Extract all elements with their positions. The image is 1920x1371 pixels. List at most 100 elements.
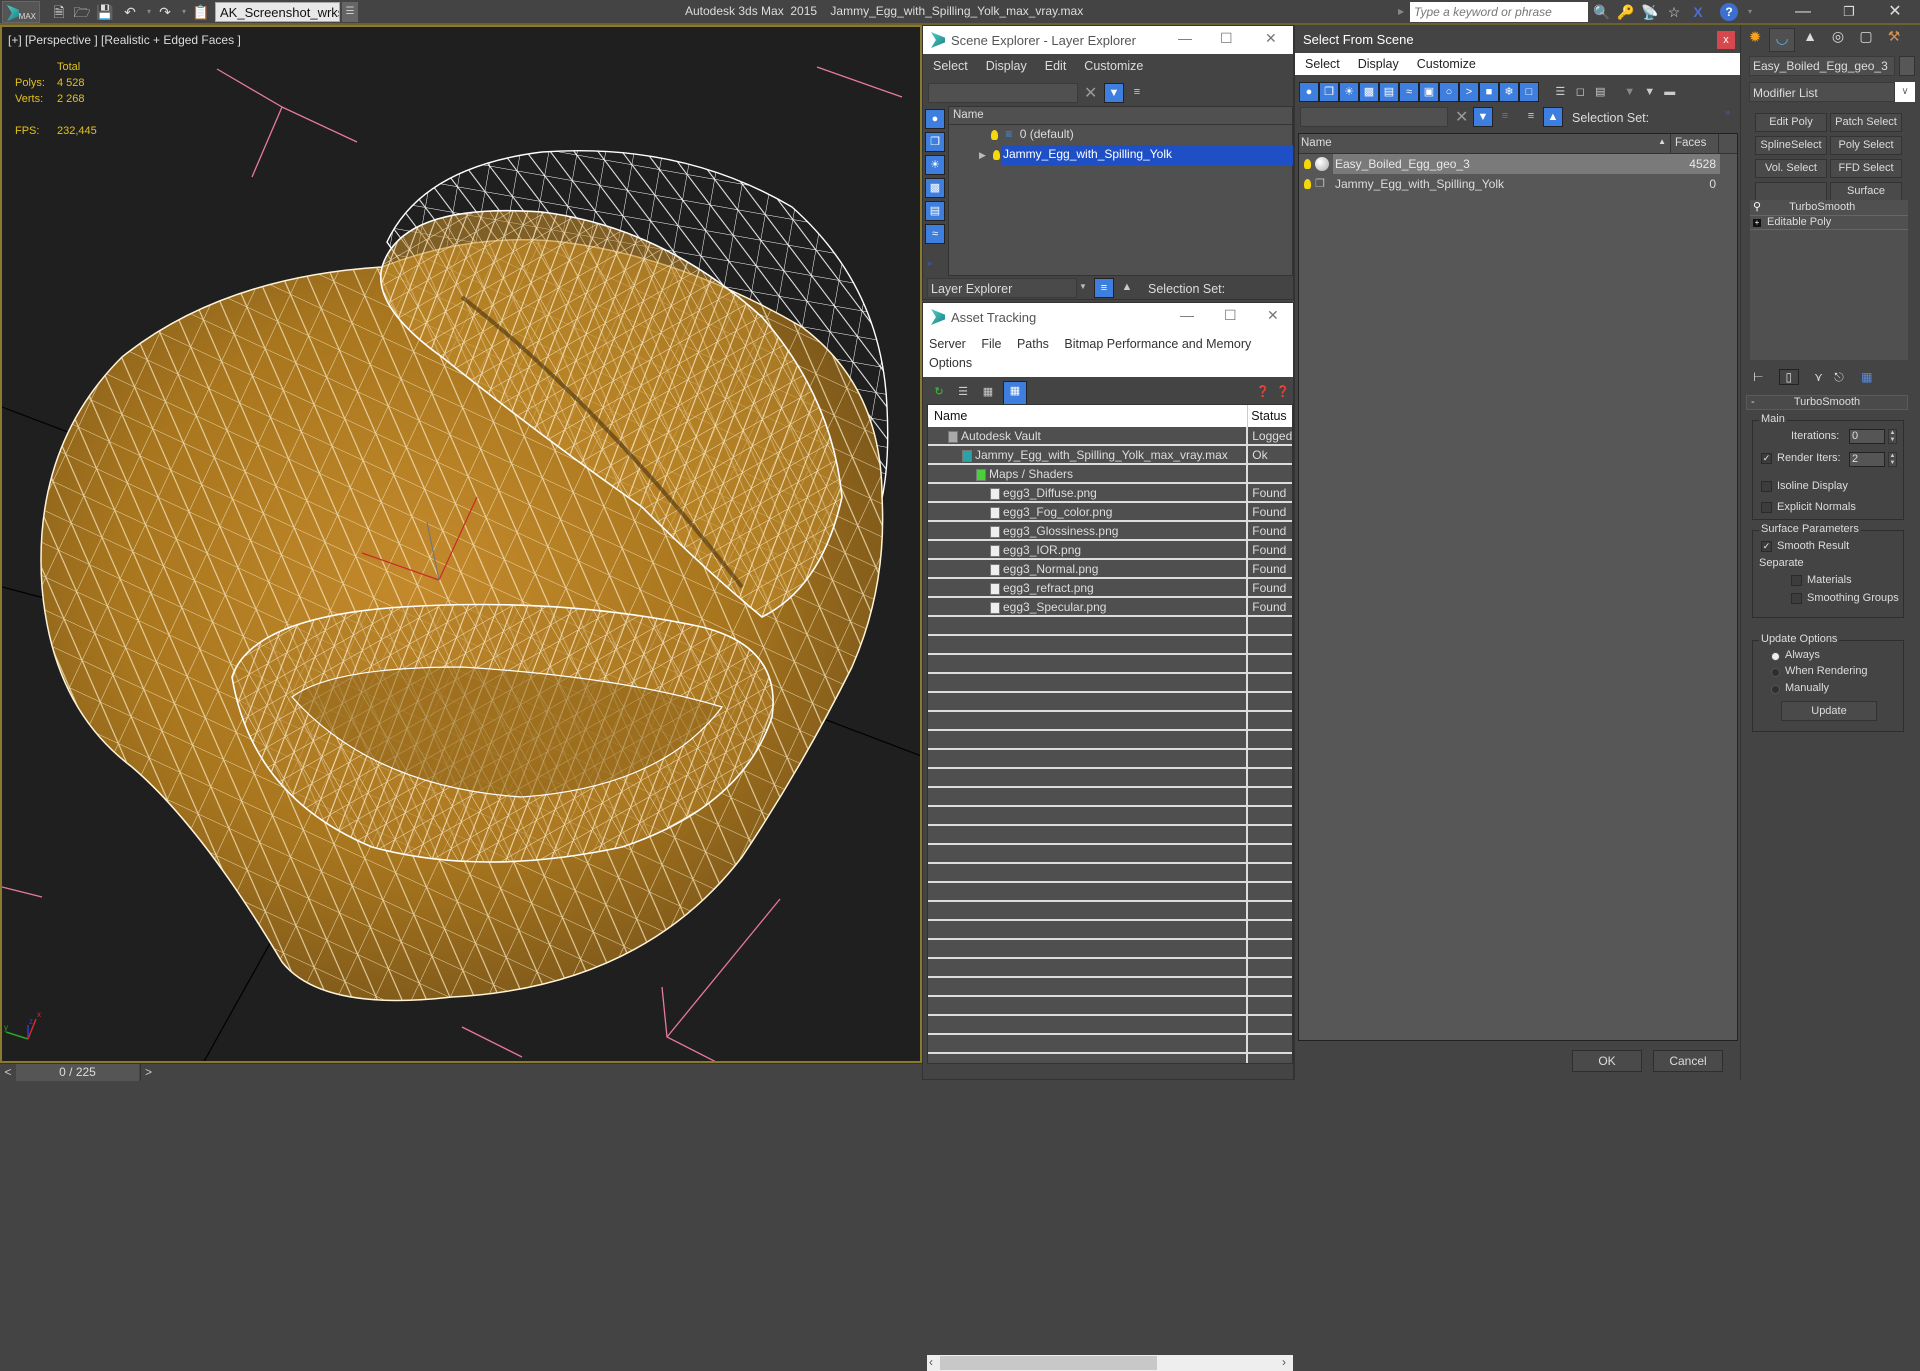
explorer-mode-dropdown[interactable]: Layer Explorer bbox=[927, 278, 1077, 298]
filter-helpers-icon[interactable]: ▤ bbox=[925, 201, 945, 221]
asset-row[interactable]: egg3_Fog_color.png Found bbox=[928, 503, 1292, 522]
visibility-bulb-icon[interactable] bbox=[991, 129, 998, 140]
table-view-icon[interactable]: ▦ bbox=[1003, 381, 1027, 405]
workspace-menu-icon[interactable]: ☰ bbox=[342, 2, 358, 22]
menu-display[interactable]: Display bbox=[1358, 57, 1399, 71]
sort-by-layer-icon[interactable]: ≡ bbox=[1094, 278, 1114, 298]
smoothing-groups-checkbox[interactable] bbox=[1791, 593, 1802, 604]
modifier-list-dropdown[interactable]: Modifier List bbox=[1749, 82, 1895, 102]
clear-search-icon[interactable]: ✕ bbox=[1455, 107, 1468, 127]
filter-geometry-icon[interactable]: ● bbox=[925, 109, 945, 129]
object-row[interactable]: ❐ Jammy_Egg_with_Spilling_Yolk 0 bbox=[1299, 174, 1737, 194]
menu-server[interactable]: Server bbox=[929, 337, 966, 351]
scroll-left-icon[interactable]: ‹ bbox=[929, 1355, 933, 1369]
menu-customize[interactable]: Customize bbox=[1084, 59, 1143, 73]
sort-by-layer-icon[interactable]: ≡ bbox=[1521, 107, 1541, 127]
menu-edit[interactable]: Edit bbox=[1045, 59, 1067, 73]
maximize-icon[interactable]: ☐ bbox=[1224, 307, 1237, 324]
object-color-swatch[interactable] bbox=[1899, 56, 1915, 76]
star-icon[interactable]: ☆ bbox=[1664, 3, 1684, 21]
layer-row[interactable]: ≡ 0 (default) bbox=[949, 125, 1292, 145]
column-header-name[interactable]: Name ▲ bbox=[1299, 134, 1671, 153]
asset-row[interactable]: Maps / Shaders bbox=[928, 465, 1292, 484]
clear-search-icon[interactable]: ✕ bbox=[1084, 83, 1097, 103]
tab-create-icon[interactable]: ✹ bbox=[1743, 28, 1767, 52]
select-invert-icon[interactable]: ▤ bbox=[1590, 83, 1610, 103]
filter-groups-icon[interactable]: ▣ bbox=[1419, 82, 1439, 102]
minimize-icon[interactable]: — bbox=[1780, 0, 1826, 24]
list-view-icon[interactable]: ☰ bbox=[953, 383, 973, 403]
search-expand-icon[interactable]: ▶ bbox=[1398, 3, 1408, 21]
close-button[interactable]: x bbox=[1717, 31, 1735, 49]
filter-lights-icon[interactable]: ☀ bbox=[1339, 82, 1359, 102]
asset-row[interactable]: egg3_Normal.png Found bbox=[928, 560, 1292, 579]
app-menu-button[interactable]: MAX bbox=[2, 1, 40, 23]
menu-customize[interactable]: Customize bbox=[1417, 57, 1476, 71]
column-header-faces[interactable]: Faces bbox=[1671, 134, 1719, 153]
filter-cameras-icon[interactable]: ▩ bbox=[1359, 82, 1379, 102]
visibility-bulb-icon[interactable] bbox=[1304, 159, 1311, 169]
select-none-icon[interactable]: ◻ bbox=[1570, 83, 1590, 103]
new-file-icon[interactable]: 🗎 bbox=[50, 3, 68, 21]
find-input[interactable] bbox=[1300, 107, 1448, 127]
modifier-list-arrow-icon[interactable]: ∨ bbox=[1895, 82, 1915, 102]
object-name-field[interactable]: Easy_Boiled_Egg_geo_3 bbox=[1749, 56, 1895, 76]
perspective-viewport[interactable]: y z x [+] [Perspective ] [Realistic + Ed… bbox=[0, 25, 922, 1063]
close-icon[interactable]: ✕ bbox=[1265, 30, 1277, 47]
when-rendering-radio[interactable] bbox=[1771, 668, 1780, 677]
filter-helpers-icon[interactable]: ▤ bbox=[1379, 82, 1399, 102]
asset-row[interactable]: egg3_Glossiness.png Found bbox=[928, 522, 1292, 541]
tab-motion-icon[interactable]: ◎ bbox=[1825, 28, 1851, 52]
menu-bitmap-performance[interactable]: Bitmap Performance and Memory bbox=[1064, 337, 1251, 351]
filter-containers-icon[interactable]: ■ bbox=[1479, 82, 1499, 102]
make-unique-icon[interactable]: ⋎ bbox=[1814, 370, 1823, 384]
modifier-button-edit-poly[interactable]: Edit Poly bbox=[1755, 113, 1827, 132]
close-icon[interactable]: ✕ bbox=[1267, 307, 1279, 324]
stack-item-turbosmooth[interactable]: ⚲ TurboSmooth bbox=[1750, 200, 1908, 215]
open-file-icon[interactable]: 🗁 bbox=[73, 3, 91, 21]
modifier-button-poly-select[interactable]: Poly Select bbox=[1830, 136, 1902, 155]
modifier-on-bulb-icon[interactable]: ⚲ bbox=[1753, 201, 1761, 213]
project-folder-icon[interactable]: 📋 bbox=[192, 3, 210, 21]
filter-bones-icon[interactable]: > bbox=[1459, 82, 1479, 102]
undo-icon[interactable]: ↶ bbox=[121, 3, 139, 21]
render-iters-spinner-arrows[interactable]: ▲ ▼ bbox=[1888, 452, 1897, 467]
stack-item-editable-poly[interactable]: + Editable Poly bbox=[1750, 215, 1908, 230]
rollout-header[interactable]: - TurboSmooth bbox=[1746, 395, 1908, 410]
modifier-button-patch-select[interactable]: Patch Select bbox=[1830, 113, 1902, 132]
help-dropdown-icon[interactable]: ▾ bbox=[1740, 3, 1760, 21]
minimize-icon[interactable]: — bbox=[1180, 307, 1194, 323]
filter-icon[interactable]: ▼ bbox=[1620, 83, 1640, 103]
remove-modifier-icon[interactable]: ⎋ bbox=[1834, 370, 1844, 384]
filter-spacewarps-icon[interactable]: ≈ bbox=[1399, 82, 1419, 102]
minimize-icon[interactable]: — bbox=[1178, 30, 1192, 46]
modifier-button-splineselect[interactable]: SplineSelect bbox=[1755, 136, 1827, 155]
filter-frozen-icon[interactable]: ❄ bbox=[1499, 82, 1519, 102]
column-header-status[interactable]: Status bbox=[1248, 405, 1292, 427]
expand-arrow-icon[interactable]: ▶ bbox=[979, 150, 986, 160]
scroll-right-icon[interactable]: › bbox=[1282, 1355, 1286, 1369]
menu-paths[interactable]: Paths bbox=[1017, 337, 1049, 351]
tab-hierarchy-icon[interactable]: ▲ bbox=[1797, 28, 1823, 52]
ok-button[interactable]: OK bbox=[1572, 1050, 1642, 1072]
filter-lights-icon[interactable]: ☀ bbox=[925, 155, 945, 175]
layer-highlight-icon[interactable]: ≡ bbox=[1127, 83, 1147, 103]
filter-shapes-icon[interactable]: ❐ bbox=[925, 132, 945, 152]
hierarchy-icon[interactable]: ▲ bbox=[1117, 278, 1137, 298]
menu-file[interactable]: File bbox=[981, 337, 1001, 351]
isoline-display-checkbox[interactable] bbox=[1761, 481, 1772, 492]
expand-plus-icon[interactable]: + bbox=[1753, 219, 1761, 227]
asset-row[interactable]: egg3_refract.png Found bbox=[928, 579, 1292, 598]
render-iters-checkbox[interactable]: ✓ bbox=[1761, 453, 1772, 464]
redo-icon[interactable]: ↷ bbox=[156, 3, 174, 21]
expand-toolbar-icon[interactable]: » bbox=[1725, 107, 1730, 117]
asset-row[interactable]: Jammy_Egg_with_Spilling_Yolk_max_vray.ma… bbox=[928, 446, 1292, 465]
viewport-label-menu[interactable]: [+] [Perspective ] [Realistic + Edged Fa… bbox=[8, 33, 241, 47]
update-button[interactable]: Update bbox=[1781, 701, 1877, 721]
hierarchy-icon[interactable]: ▲ bbox=[1543, 107, 1563, 127]
refresh-icon[interactable]: ↻ bbox=[929, 383, 949, 403]
show-end-result-icon[interactable]: ▯ bbox=[1778, 369, 1799, 385]
always-radio[interactable] bbox=[1771, 652, 1780, 661]
column-header-name[interactable]: Name bbox=[949, 107, 1292, 125]
modifier-button-surface-select[interactable]: Surface Select bbox=[1830, 182, 1902, 214]
